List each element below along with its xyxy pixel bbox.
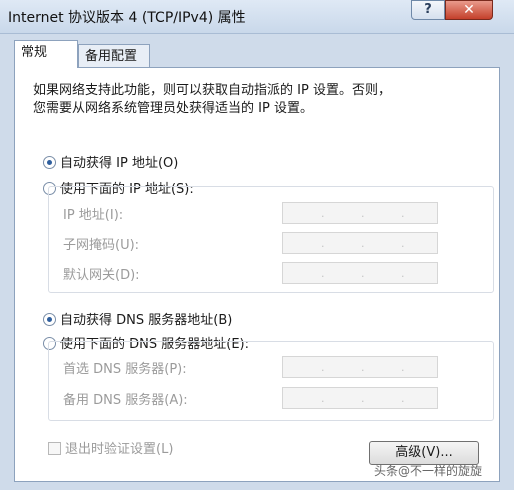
radio-checked-icon	[43, 313, 56, 326]
radio-auto-ip-label: 自动获得 IP 地址(O)	[60, 156, 179, 171]
subnet-mask-input[interactable]: ...	[282, 232, 438, 254]
radio-auto-dns[interactable]: 自动获得 DNS 服务器地址(B)	[43, 309, 233, 328]
general-panel: 如果网络支持此功能，则可以获取自动指派的 IP 设置。否则， 您需要从网络系统管…	[14, 67, 500, 482]
help-button[interactable]: ?	[411, 0, 445, 20]
ip-dot: .	[321, 392, 325, 405]
preferred-dns-input[interactable]: ...	[282, 356, 438, 378]
validate-settings-label: 退出时验证设置(L)	[65, 442, 174, 457]
ip-dot: .	[401, 237, 405, 250]
default-gateway-input[interactable]: ...	[282, 262, 438, 284]
ip-address-input[interactable]: ...	[282, 202, 438, 224]
alternate-dns-input[interactable]: ...	[282, 387, 438, 409]
tab-general[interactable]: 常规	[14, 40, 78, 68]
dns-group-box: 首选 DNS 服务器(P): ... 备用 DNS 服务器(A): ...	[48, 341, 494, 421]
ip-dot: .	[361, 237, 365, 250]
ip-dot: .	[361, 207, 365, 220]
close-button[interactable]: ✕	[445, 0, 493, 20]
ip-dot: .	[401, 267, 405, 280]
ip-dot: .	[321, 361, 325, 374]
description-line-2: 您需要从网络系统管理员处获得适当的 IP 设置。	[33, 101, 313, 116]
watermark: 头条@不一样的旋旋	[374, 464, 483, 478]
radio-auto-dns-label: 自动获得 DNS 服务器地址(B)	[60, 313, 233, 328]
preferred-dns-label: 首选 DNS 服务器(P):	[63, 362, 187, 377]
checkbox-icon	[48, 442, 61, 455]
description-text: 如果网络支持此功能，则可以获取自动指派的 IP 设置。否则， 您需要从网络系统管…	[33, 82, 473, 118]
default-gateway-label: 默认网关(D):	[63, 268, 140, 283]
title-bar: Internet 协议版本 4 (TCP/IPv4) 属性 ? ✕	[0, 0, 514, 34]
ip-dot: .	[321, 267, 325, 280]
ip-group-box: IP 地址(I): ... 子网掩码(U): ... 默认网关(D): ...	[48, 186, 494, 293]
subnet-mask-label: 子网掩码(U):	[63, 238, 140, 253]
ip-dot: .	[321, 237, 325, 250]
close-icon: ✕	[463, 2, 475, 18]
alternate-dns-label: 备用 DNS 服务器(A):	[63, 393, 188, 408]
description-line-1: 如果网络支持此功能，则可以获取自动指派的 IP 设置。否则，	[33, 83, 391, 98]
ip-address-label: IP 地址(I):	[63, 208, 124, 223]
ip-dot: .	[361, 267, 365, 280]
window-title: Internet 协议版本 4 (TCP/IPv4) 属性	[8, 10, 246, 26]
radio-auto-ip[interactable]: 自动获得 IP 地址(O)	[43, 152, 179, 171]
ip-dot: .	[401, 361, 405, 374]
validate-settings-checkbox[interactable]: 退出时验证设置(L)	[48, 438, 173, 457]
ip-dot: .	[361, 392, 365, 405]
ip-dot: .	[321, 207, 325, 220]
ip-dot: .	[361, 361, 365, 374]
radio-checked-icon	[43, 156, 56, 169]
ip-dot: .	[401, 392, 405, 405]
ip-dot: .	[401, 207, 405, 220]
